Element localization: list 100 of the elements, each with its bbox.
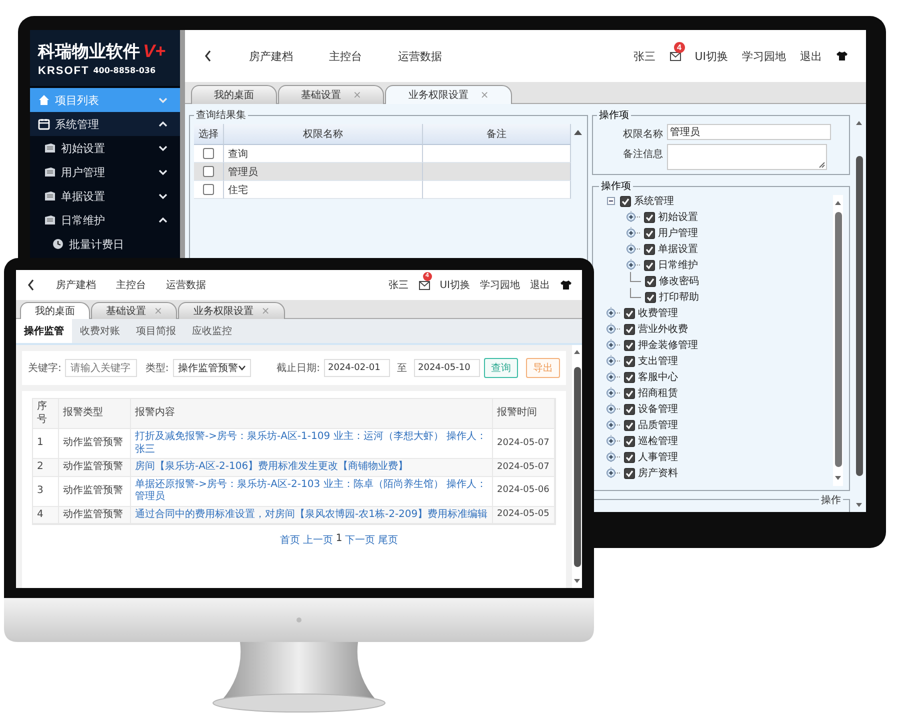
nav-link[interactable]: 房产建档 xyxy=(56,278,96,292)
input-field[interactable]: 管理员 xyxy=(667,124,831,140)
expand-icon[interactable] xyxy=(625,227,641,239)
tree-node[interactable]: 巡检管理 xyxy=(638,434,678,448)
nav-link[interactable]: 主控台 xyxy=(116,278,146,292)
chevron-up-icon[interactable] xyxy=(158,119,168,129)
sidebar-item[interactable]: 系统管理 xyxy=(30,112,180,136)
tab[interactable]: 操作监管 xyxy=(16,319,72,343)
header-link[interactable]: 学习园地 xyxy=(742,48,786,64)
nav-link[interactable]: 运营数据 xyxy=(398,48,442,64)
tree-node[interactable]: 收费管理 xyxy=(638,306,678,320)
tree-node[interactable]: 用户管理 xyxy=(658,226,698,240)
tree-node[interactable]: 打印帮助 xyxy=(659,290,699,304)
mail-icon[interactable] xyxy=(418,280,430,290)
table-row[interactable]: 查询 xyxy=(194,145,571,163)
table-row[interactable]: 住宅 xyxy=(194,181,571,199)
page-link[interactable]: 下一页 xyxy=(345,533,376,547)
checkbox[interactable] xyxy=(624,436,635,446)
expand-icon[interactable] xyxy=(605,307,621,319)
type-select[interactable]: 操作监管预警 xyxy=(172,359,251,377)
tree-node[interactable]: 人事管理 xyxy=(638,450,678,464)
checkbox[interactable] xyxy=(644,228,655,238)
back-icon[interactable] xyxy=(203,49,213,63)
checkbox[interactable] xyxy=(624,452,635,462)
expand-icon[interactable] xyxy=(605,371,621,383)
expand-icon[interactable] xyxy=(605,339,621,351)
checkbox[interactable] xyxy=(645,276,656,286)
page-link[interactable]: 尾页 xyxy=(378,533,398,547)
expand-icon[interactable] xyxy=(605,323,621,335)
checkbox[interactable] xyxy=(624,356,635,366)
mail-icon[interactable] xyxy=(670,52,681,60)
chevron-down-icon[interactable] xyxy=(158,167,168,177)
caret-icon[interactable] xyxy=(238,365,246,371)
back-icon[interactable] xyxy=(26,278,36,292)
tree-node[interactable]: 修改密码 xyxy=(659,274,699,288)
tree-node[interactable]: 押金装修管理 xyxy=(638,338,698,352)
expand-icon[interactable] xyxy=(625,211,641,223)
checkbox[interactable] xyxy=(203,166,214,177)
resize-grip-icon[interactable] xyxy=(819,162,825,168)
header-link[interactable]: UI切换 xyxy=(440,278,470,292)
date-field[interactable]: 2024-02-01 xyxy=(324,359,390,377)
header-link[interactable]: 退出 xyxy=(800,48,822,64)
expand-icon[interactable] xyxy=(605,467,621,479)
tree-node[interactable]: 营业外收费 xyxy=(638,322,688,336)
header-link[interactable]: UI切换 xyxy=(694,48,728,64)
tree-node[interactable]: 日常维护 xyxy=(658,258,698,272)
checkbox[interactable] xyxy=(624,420,635,430)
checkbox[interactable] xyxy=(645,292,656,302)
checkbox[interactable] xyxy=(624,404,635,414)
table-row[interactable]: 管理员 xyxy=(194,163,571,181)
checkbox[interactable] xyxy=(203,148,214,159)
checkbox[interactable] xyxy=(624,388,635,398)
tab[interactable]: 项目简报 xyxy=(128,319,184,343)
nav-link[interactable]: 房产建档 xyxy=(249,48,293,64)
checkbox[interactable] xyxy=(644,260,655,270)
tab[interactable]: 我的桌面 xyxy=(191,85,277,104)
expand-icon[interactable] xyxy=(605,451,621,463)
expand-icon[interactable] xyxy=(605,419,621,431)
tab[interactable]: 基础设置 × xyxy=(278,85,384,104)
expand-icon[interactable] xyxy=(605,355,621,367)
checkbox[interactable] xyxy=(624,308,635,318)
checkbox[interactable] xyxy=(644,244,655,254)
checkbox[interactable] xyxy=(624,324,635,334)
tab[interactable]: 基础设置 × xyxy=(91,302,178,319)
tab[interactable]: 我的桌面 xyxy=(20,302,90,319)
checkbox[interactable] xyxy=(644,212,655,222)
chevron-up-icon[interactable] xyxy=(158,215,168,225)
alarm-link[interactable]: 单据还原报警->房号：泉乐坊-A区-2-103 业主：陈卓（陌尚养生馆） 操作人：管理员 xyxy=(135,478,488,504)
keyword-field[interactable]: 请输入关键字 xyxy=(65,359,138,377)
scroll-up-icon[interactable] xyxy=(573,128,583,136)
user-name[interactable]: 张三 xyxy=(388,278,409,292)
shirt-icon[interactable] xyxy=(560,280,572,290)
checkbox[interactable] xyxy=(624,468,635,478)
tree-node[interactable]: 初始设置 xyxy=(658,210,698,224)
tree-node[interactable]: 设备管理 xyxy=(638,402,678,416)
shirt-icon[interactable] xyxy=(836,51,848,61)
expand-icon[interactable] xyxy=(605,403,621,415)
scrollbar[interactable] xyxy=(572,345,582,588)
expand-icon[interactable] xyxy=(605,435,621,447)
expand-icon[interactable] xyxy=(625,243,641,255)
checkbox[interactable] xyxy=(620,196,631,206)
expand-icon[interactable] xyxy=(605,387,621,399)
header-link[interactable]: 退出 xyxy=(530,278,550,292)
page-link[interactable]: 上一页 xyxy=(302,533,333,547)
collapse-icon[interactable] xyxy=(605,195,617,207)
header-link[interactable]: 学习园地 xyxy=(480,278,520,292)
alarm-link[interactable]: 打折及减免报警->房号：泉乐坊-A区-1-109 业主：运河（李想大虾） 操作人：张三 xyxy=(135,431,488,456)
checkbox[interactable] xyxy=(624,340,635,350)
tab[interactable]: 业务权限设置 × xyxy=(178,302,285,319)
tree-node[interactable]: 房产资料 xyxy=(638,466,678,480)
user-name[interactable]: 张三 xyxy=(634,48,656,64)
tree-node[interactable]: 系统管理 xyxy=(634,194,674,208)
tab[interactable]: 收费对账 xyxy=(72,319,128,343)
chevron-down-icon[interactable] xyxy=(158,191,168,201)
expand-icon[interactable] xyxy=(625,259,641,271)
checkbox[interactable] xyxy=(624,372,635,382)
tree-node[interactable]: 单据设置 xyxy=(658,242,698,256)
nav-link[interactable]: 主控台 xyxy=(329,48,362,64)
tree-node[interactable]: 支出管理 xyxy=(638,354,678,368)
checkbox[interactable] xyxy=(203,184,214,195)
